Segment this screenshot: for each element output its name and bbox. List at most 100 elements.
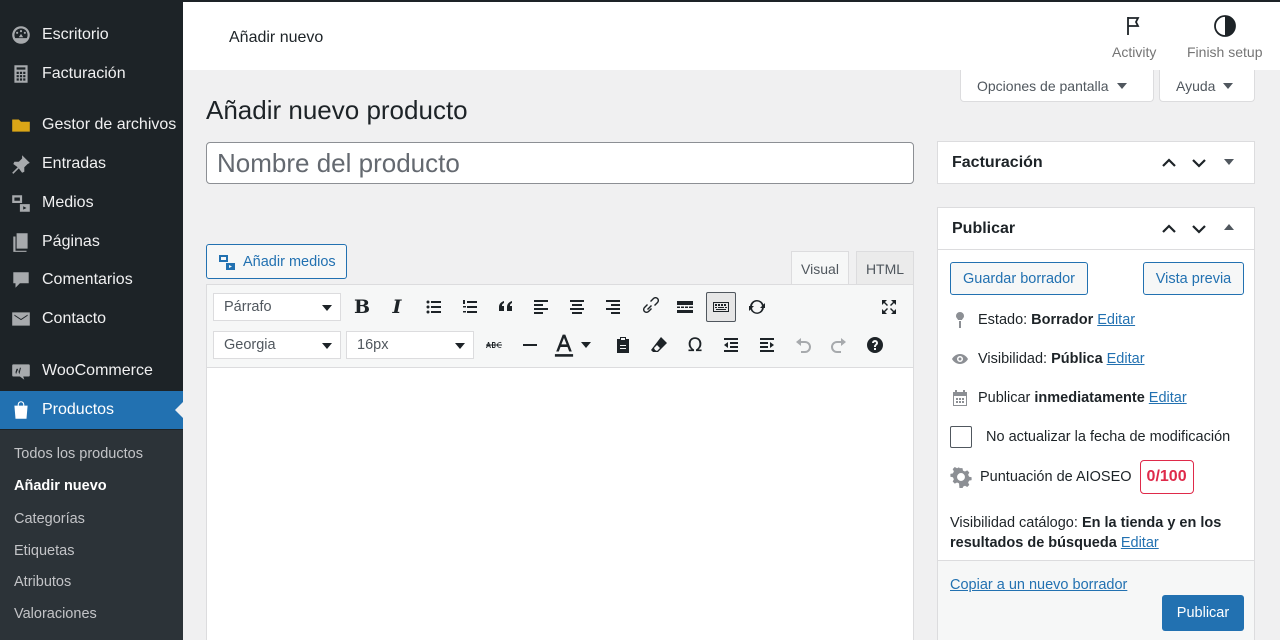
sidebar-item-medios[interactable]: Medios [0, 184, 183, 222]
read-more-button[interactable] [670, 292, 700, 322]
submenu-item-valoraciones[interactable]: Valoraciones [14, 606, 97, 622]
sidebar-item-facturacion[interactable]: Facturación [0, 55, 183, 93]
caret-down-icon [322, 343, 332, 349]
pin-icon [956, 312, 964, 328]
pin-icon [0, 153, 42, 175]
submenu-item-etiquetas[interactable]: Etiquetas [14, 543, 74, 559]
copy-to-draft-link[interactable]: Copiar a un nuevo borrador [950, 577, 1127, 593]
sidebar-item-paginas[interactable]: Páginas [0, 223, 183, 261]
align-left-button[interactable] [526, 292, 556, 322]
toolbar-toggle-button[interactable] [706, 292, 736, 322]
refresh-button[interactable] [742, 292, 772, 322]
sidebar-item-contacto[interactable]: Contacto [0, 300, 183, 338]
finish-setup-button[interactable]: Finish setup [1187, 14, 1262, 60]
outdent-button[interactable] [716, 330, 746, 360]
pages-icon [0, 231, 42, 253]
blockquote-button[interactable] [491, 292, 521, 322]
insert-link-button[interactable] [634, 292, 664, 322]
status-row: Estado: Borrador Editar [950, 310, 1135, 330]
bold-icon: B [353, 296, 371, 318]
font-family-select[interactable]: Georgia [213, 331, 341, 359]
undo-button[interactable] [788, 330, 818, 360]
sidebar-item-label: Contacto [42, 310, 107, 327]
edit-schedule-link[interactable]: Editar [1149, 390, 1187, 406]
edit-status-link[interactable]: Editar [1097, 312, 1135, 328]
bold-button[interactable]: B [347, 292, 377, 322]
sidebar-item-escritorio[interactable]: Escritorio [0, 16, 183, 54]
toggle-panel-button[interactable] [1222, 224, 1238, 240]
publish-box-title: Publicar [952, 219, 1016, 237]
submenu-item-anadir-nuevo[interactable]: Añadir nuevo [14, 478, 107, 494]
products-icon [0, 399, 42, 421]
tab-visual[interactable]: Visual [791, 251, 849, 285]
edit-visibility-link[interactable]: Editar [1107, 351, 1145, 367]
align-right-button[interactable] [598, 292, 628, 322]
add-media-button[interactable]: Añadir medios [206, 244, 347, 279]
sidebar-item-productos[interactable]: Productos [0, 391, 183, 429]
font-family-value: Georgia [224, 337, 276, 353]
special-character-button[interactable]: Ω [680, 330, 710, 360]
product-name-input[interactable] [206, 142, 914, 184]
admin-sidebar: Escritorio Facturación Gestor de archivo… [0, 0, 183, 640]
woocommerce-header: Añadir nuevo Activity Finish setup [183, 0, 1280, 70]
refresh-icon [749, 300, 765, 314]
keyboard-shortcuts-button[interactable] [860, 330, 890, 360]
move-down-button[interactable] [1191, 221, 1207, 237]
save-draft-button[interactable]: Guardar borrador [950, 262, 1088, 295]
aioseo-score-badge[interactable]: 0/100 [1139, 460, 1194, 494]
aioseo-gear-icon [950, 467, 972, 488]
sidebar-item-label: Páginas [42, 233, 100, 250]
font-size-value: 16px [357, 337, 389, 353]
bullet-list-button[interactable] [419, 292, 449, 322]
screen-options-button[interactable]: Opciones de pantalla [960, 70, 1154, 102]
publish-button[interactable]: Publicar [1162, 595, 1244, 631]
sidebar-item-label: Facturación [42, 65, 126, 82]
sidebar-item-entradas[interactable]: Entradas [0, 145, 183, 183]
preview-button[interactable]: Vista previa [1143, 262, 1244, 295]
caret-up-icon [1224, 224, 1234, 230]
flag-icon [1127, 17, 1140, 35]
no-update-date-label: No actualizar la fecha de modificación [986, 429, 1231, 445]
font-size-select[interactable]: 16px [346, 331, 474, 359]
sidebar-item-label: Gestor de archivos [42, 116, 177, 133]
sidebar-item-gestor-archivos[interactable]: Gestor de archivos [0, 106, 183, 144]
clear-formatting-button[interactable] [644, 330, 674, 360]
eraser-icon [651, 337, 667, 352]
no-update-date-checkbox[interactable] [950, 426, 972, 448]
activity-button[interactable]: Activity [1112, 14, 1156, 60]
align-center-button[interactable] [562, 292, 592, 322]
activity-label: Activity [1112, 44, 1157, 60]
align-center-icon [570, 300, 584, 314]
content-editor[interactable]: Párrafo B I Georgia 16px Ω [206, 284, 914, 640]
move-down-button[interactable] [1191, 155, 1207, 171]
media-icon [0, 192, 42, 214]
edit-catalog-link[interactable]: Editar [1121, 535, 1159, 551]
numbered-list-icon [463, 300, 477, 313]
help-label: Ayuda [1176, 77, 1216, 94]
catalog-value-line1: En la tienda y en los [1081, 515, 1222, 531]
sidebar-item-comentarios[interactable]: Comentarios [0, 261, 183, 299]
tab-html[interactable]: HTML [856, 251, 914, 285]
move-up-button[interactable] [1161, 155, 1177, 171]
horizontal-line-button[interactable] [515, 330, 545, 360]
move-up-button[interactable] [1161, 221, 1177, 237]
text-color-button[interactable] [551, 330, 599, 360]
help-button[interactable]: Ayuda [1159, 70, 1255, 102]
submenu-item-atributos[interactable]: Atributos [14, 574, 71, 590]
toggle-panel-button[interactable] [1222, 159, 1238, 175]
paste-text-button[interactable] [608, 330, 638, 360]
italic-button[interactable]: I [382, 292, 412, 322]
fullscreen-button[interactable] [874, 292, 904, 322]
strikethrough-button[interactable] [479, 330, 509, 360]
caret-down-icon [455, 343, 465, 349]
indent-button[interactable] [752, 330, 782, 360]
sidebar-item-woocommerce[interactable]: WooCommerce [0, 352, 183, 390]
calendar-icon [953, 390, 967, 406]
redo-button[interactable] [824, 330, 854, 360]
submenu-item-categorias[interactable]: Categorías [14, 511, 85, 527]
folder-icon [0, 114, 42, 136]
numbered-list-button[interactable] [455, 292, 485, 322]
sidebar-item-label: Escritorio [42, 26, 109, 43]
format-select[interactable]: Párrafo [213, 293, 341, 321]
submenu-item-todos-productos[interactable]: Todos los productos [14, 446, 143, 462]
